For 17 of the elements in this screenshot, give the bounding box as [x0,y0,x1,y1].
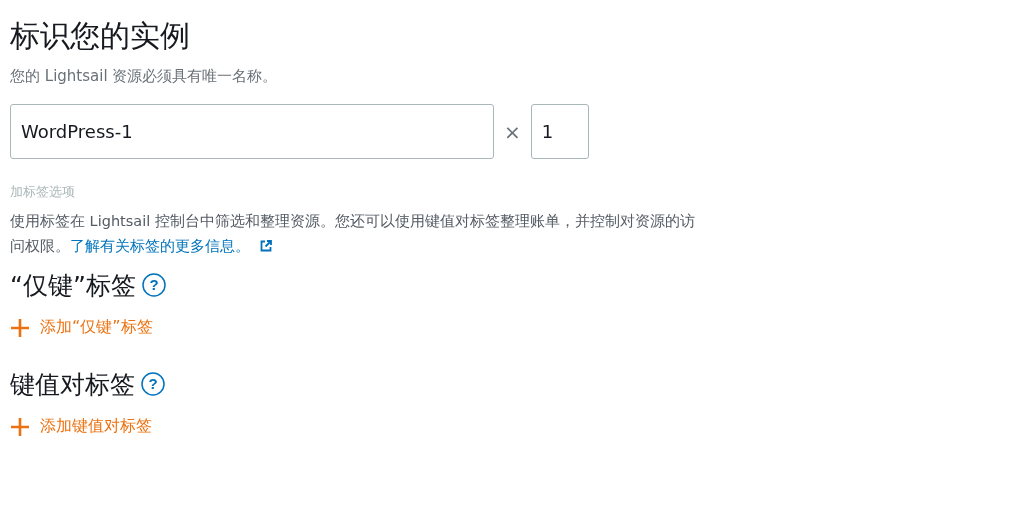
add-tag-link[interactable]: 添加“仅键”标签 [10,315,153,340]
plus-icon [10,317,30,338]
section-heading: “仅键”标签 [10,269,136,302]
learn-more-link[interactable]: 了解有关标签的更多信息。 [70,238,250,254]
page-subtitle: 您的 Lightsail 资源必须具有唯一名称。 [10,67,279,86]
tag-description: 使用标签在 Lightsail 控制台中筛选和整理资源。您还可以使用键值对标签整理账单，并控制对资源的访问权限。了解有关标签的更多信息。 [10,212,696,256]
external-link-icon[interactable] [260,240,272,252]
add-tag-link[interactable]: 添加键值对标签 [10,414,152,439]
help-icon[interactable]: ? [141,273,166,297]
tag-options-label: 加标签选项 [10,183,76,201]
help-icon[interactable]: ? [141,372,165,396]
page-title: 标识您的实例 [10,17,191,55]
count-field[interactable]: 1 [530,104,589,159]
section-heading: 键值对标签 [10,368,135,401]
name-field[interactable]: WordPress-1 [10,104,494,159]
plus-icon [10,416,30,437]
multiply-sign: × [504,119,521,144]
